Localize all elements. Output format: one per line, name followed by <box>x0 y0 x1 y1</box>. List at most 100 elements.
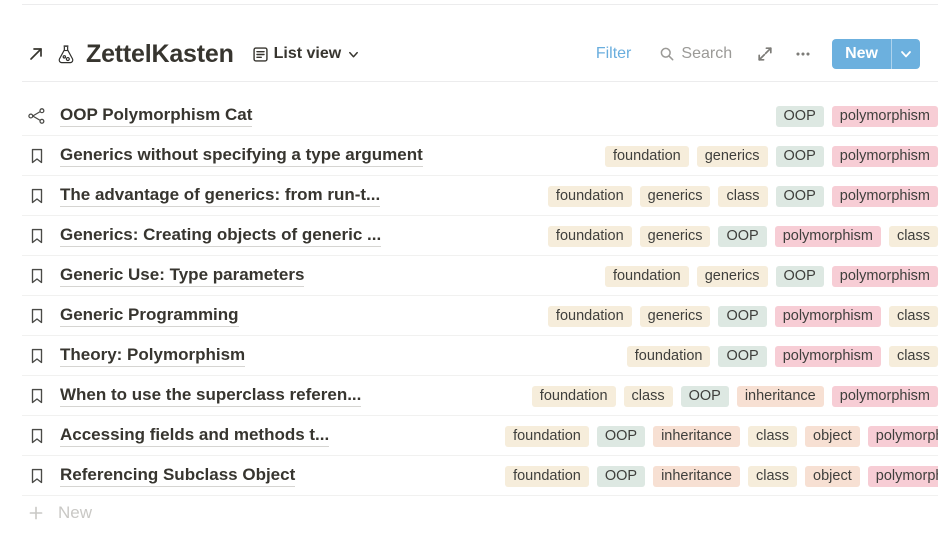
tag-foundation[interactable]: foundation <box>548 306 632 327</box>
top-divider <box>22 4 938 5</box>
table-row[interactable]: Generic Use: Type parameters foundation ge… <box>0 256 938 296</box>
graph-node-icon <box>26 105 48 127</box>
tag-polymorphism[interactable]: polymorphism <box>832 386 938 407</box>
table-row[interactable]: OOP Polymorphism Cat OOP polymorphism <box>0 96 938 136</box>
tag-class[interactable]: class <box>748 426 797 447</box>
tag-foundation[interactable]: foundation <box>548 186 632 207</box>
header-divider <box>22 81 938 82</box>
tag-foundation[interactable]: foundation <box>505 426 589 447</box>
tag-foundation[interactable]: foundation <box>505 466 589 487</box>
tag-oop[interactable]: OOP <box>597 426 645 447</box>
filter-button[interactable]: Filter <box>590 41 638 67</box>
tag-polymorphism[interactable]: polymorphism <box>868 426 938 447</box>
bookmark-icon <box>26 305 48 327</box>
tag-object[interactable]: object <box>805 426 860 447</box>
tag-inheritance[interactable]: inheritance <box>653 466 740 487</box>
row-title[interactable]: Referencing Subclass Object <box>60 465 295 487</box>
tag-polymorphism[interactable]: polymorphism <box>775 306 881 327</box>
table-row[interactable]: Generics: Creating objects of generic ..… <box>0 216 938 256</box>
new-button[interactable]: New <box>832 39 891 69</box>
tag-polymorphism[interactable]: polymorphism <box>775 346 881 367</box>
row-title[interactable]: OOP Polymorphism Cat <box>60 105 252 127</box>
tag-oop[interactable]: OOP <box>681 386 729 407</box>
add-new-row-button[interactable]: New <box>26 496 92 530</box>
table-row[interactable]: Referencing Subclass Object foundation OOP… <box>0 456 938 496</box>
row-title[interactable]: Accessing fields and methods t... <box>60 425 329 447</box>
table-row[interactable]: Theory: Polymorphism foundation OOP polymor… <box>0 336 938 376</box>
bookmark-icon <box>26 185 48 207</box>
tag-generics[interactable]: generics <box>640 186 711 207</box>
expand-diagonal-icon[interactable] <box>752 41 778 67</box>
tag-class[interactable]: class <box>624 386 673 407</box>
chevron-down-icon <box>347 48 360 61</box>
tag-generics[interactable]: generics <box>697 146 768 167</box>
tag-polymorphism[interactable]: polymorphism <box>832 146 938 167</box>
tag-generics[interactable]: generics <box>697 266 768 287</box>
row-tags: foundation generics OOP polymorphism <box>605 266 938 287</box>
tag-oop[interactable]: OOP <box>776 186 824 207</box>
row-title[interactable]: Generic Use: Type parameters <box>60 265 304 287</box>
row-title[interactable]: Theory: Polymorphism <box>60 345 245 367</box>
tag-class[interactable]: class <box>748 466 797 487</box>
tag-oop[interactable]: OOP <box>718 346 766 367</box>
new-dropdown-button[interactable] <box>892 39 920 69</box>
tag-class[interactable]: class <box>718 186 767 207</box>
row-title[interactable]: Generics without specifying a type argum… <box>60 145 423 167</box>
tag-class[interactable]: class <box>889 226 938 247</box>
table-row[interactable]: Generic Programming foundation generics OOP… <box>0 296 938 336</box>
ellipsis-icon[interactable] <box>790 41 816 67</box>
tag-foundation[interactable]: foundation <box>605 146 689 167</box>
database-header: ZettelKasten List view Filter <box>0 28 938 80</box>
plus-icon <box>26 503 46 523</box>
search-icon <box>659 46 675 62</box>
tag-foundation[interactable]: foundation <box>627 346 711 367</box>
tag-oop[interactable]: OOP <box>776 146 824 167</box>
tag-class[interactable]: class <box>889 346 938 367</box>
tag-generics[interactable]: generics <box>640 306 711 327</box>
tag-polymorphism[interactable]: polymorphism <box>775 226 881 247</box>
tag-oop[interactable]: OOP <box>776 266 824 287</box>
table-row[interactable]: The advantage of generics: from run-t...… <box>0 176 938 216</box>
view-switcher[interactable]: List view <box>252 45 361 63</box>
tag-polymorphism[interactable]: polymorphism <box>832 186 938 207</box>
row-title[interactable]: Generics: Creating objects of generic ..… <box>60 225 381 247</box>
tag-foundation[interactable]: foundation <box>605 266 689 287</box>
tag-polymorphism[interactable]: polymorphism <box>832 106 938 127</box>
bookmark-icon <box>26 385 48 407</box>
tag-polymorphism[interactable]: polymorphism <box>868 466 938 487</box>
tag-class[interactable]: class <box>889 306 938 327</box>
table-row[interactable]: Generics without specifying a type argum… <box>0 136 938 176</box>
row-title[interactable]: Generic Programming <box>60 305 239 327</box>
bookmark-icon <box>26 225 48 247</box>
tag-oop[interactable]: OOP <box>718 226 766 247</box>
database-list-view: ZettelKasten List view Filter <box>0 0 938 548</box>
tag-generics[interactable]: generics <box>640 226 711 247</box>
page-title[interactable]: ZettelKasten <box>86 40 234 69</box>
tag-object[interactable]: object <box>805 466 860 487</box>
search-button[interactable]: Search <box>651 41 740 67</box>
bookmark-icon <box>26 425 48 447</box>
tag-inheritance[interactable]: inheritance <box>653 426 740 447</box>
view-switcher-label: List view <box>274 45 342 63</box>
tag-foundation[interactable]: foundation <box>532 386 616 407</box>
search-label: Search <box>681 45 732 63</box>
flask-logo-icon[interactable] <box>54 42 78 66</box>
header-actions: Filter Search <box>590 39 920 69</box>
table-row[interactable]: When to use the superclass referen... fou… <box>0 376 938 416</box>
row-title[interactable]: When to use the superclass referen... <box>60 385 361 407</box>
row-tags: foundation OOP inheritance class object polym… <box>505 466 938 487</box>
row-tags: foundation generics OOP polymorphism class <box>548 226 938 247</box>
row-title[interactable]: The advantage of generics: from run-t... <box>60 185 380 207</box>
tag-foundation[interactable]: foundation <box>548 226 632 247</box>
new-button-group: New <box>832 39 920 69</box>
tag-oop[interactable]: OOP <box>718 306 766 327</box>
table-row[interactable]: Accessing fields and methods t... foundat… <box>0 416 938 456</box>
tag-inheritance[interactable]: inheritance <box>737 386 824 407</box>
row-tags: foundation OOP polymorphism class <box>627 346 938 367</box>
tag-polymorphism[interactable]: polymorphism <box>832 266 938 287</box>
row-tags: OOP polymorphism <box>776 106 938 127</box>
expand-arrow-icon[interactable] <box>26 44 46 64</box>
bookmark-icon <box>26 145 48 167</box>
tag-oop[interactable]: OOP <box>776 106 824 127</box>
tag-oop[interactable]: OOP <box>597 466 645 487</box>
